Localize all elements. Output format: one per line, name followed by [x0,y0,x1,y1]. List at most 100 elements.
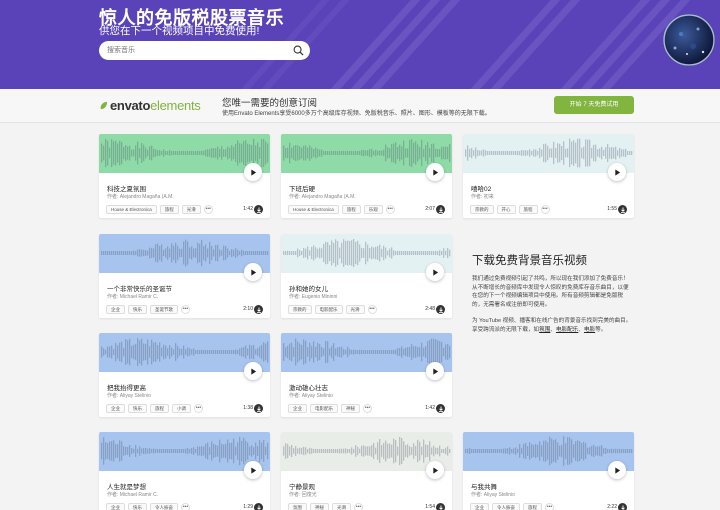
more-tags-button[interactable]: ••• [181,503,190,510]
genre-tag[interactable]: 电影配乐 [314,305,343,314]
genre-tag[interactable]: 圣诞节歌 [150,305,178,314]
genre-tag[interactable]: 神秘 [341,404,360,413]
download-button[interactable] [618,503,627,510]
track-author: 作者: 回復光 [289,492,317,498]
track-duration: 1:55 [607,206,617,212]
download-icon [438,207,443,213]
play-button[interactable] [244,461,262,479]
genre-tag[interactable]: 企业 [106,305,125,314]
tag-list: House & Electronica 旅程 乐观 ••• [288,205,395,214]
genre-tag[interactable]: 氛围 [288,503,307,510]
more-tags-button[interactable]: ••• [181,305,190,314]
genre-tag[interactable]: 令人振奋 [150,503,178,510]
track-title[interactable]: 把我抬得更高 [107,382,227,392]
genre-tag[interactable]: 旅程 [150,404,169,413]
play-button[interactable] [244,362,262,380]
genre-tag[interactable]: 企业 [470,503,489,510]
genre-tag[interactable]: 光滑 [181,205,201,214]
genre-tag[interactable]: 快乐 [128,503,147,510]
track-card: 下班后硬 作者: Alejandro Magaña (A.M. House & … [281,134,452,218]
tag-list: 宗教的 电影配乐 光滑 ••• [288,305,377,314]
play-button[interactable] [608,461,626,479]
envato-logo[interactable]: envato elements [99,97,201,113]
play-button[interactable] [426,362,444,380]
search-bar[interactable] [99,41,310,60]
download-icon [438,505,443,510]
info-heading: 下载免费背景音乐视频 [472,255,587,267]
download-button[interactable] [436,503,445,510]
download-button[interactable] [436,205,445,214]
download-button[interactable] [254,404,263,413]
play-button[interactable] [244,263,262,281]
tag-list: 企业 快乐 旅程 小调 ••• [106,404,203,413]
download-button[interactable] [254,503,263,510]
free-trial-button[interactable]: 开始 7 天免费试用 [554,96,634,114]
genre-tag[interactable]: 快乐 [128,404,147,413]
more-tags-button[interactable]: ••• [203,205,213,214]
more-tags-button[interactable]: ••• [545,503,554,510]
genre-tag[interactable]: 企业 [106,503,125,510]
track-title[interactable]: 宁静景观 [289,481,409,491]
genre-tag[interactable]: 旅程 [159,205,179,214]
link-electronic[interactable]: 电影 [584,327,595,333]
genre-tag[interactable]: 神秘 [310,503,329,510]
more-tags-button[interactable]: ••• [385,205,395,214]
genre-tag[interactable]: 令人振奋 [492,503,520,510]
track-title[interactable]: 激动雄心壮志 [289,382,409,392]
play-icon [432,466,438,474]
track-title[interactable]: 人生就是梦想 [107,481,227,491]
genre-tag[interactable]: House & Electronica [288,205,339,214]
link-cinematic[interactable]: 电影配乐 [556,327,578,333]
genre-tag[interactable]: 旅程 [523,503,542,510]
genre-tag[interactable]: 快乐 [128,305,147,314]
play-icon [250,168,256,176]
download-button[interactable] [618,205,627,214]
genre-tag[interactable]: 光滑 [345,305,365,314]
genre-tag[interactable]: 小调 [172,404,191,413]
download-button[interactable] [436,305,445,314]
track-title[interactable]: 嘻哈02 [471,183,591,193]
tag-list: 氛围 神秘 光滑 ••• [288,503,363,510]
info-paragraph-2-suffix: 等。 [595,326,607,333]
play-button[interactable] [426,461,444,479]
more-tags-button[interactable]: ••• [354,503,363,510]
track-author: 作者: Alejandro Magaña (A.M. [289,194,356,200]
genre-tag[interactable]: 旅程 [341,205,361,214]
genre-tag[interactable]: 光滑 [332,503,351,510]
track-title[interactable]: 与我共舞 [471,481,591,491]
search-icon[interactable] [293,45,304,56]
genre-tag[interactable]: 旅程 [518,205,538,214]
track-card: 孙和她的女儿 作者: Eugenio Mininni 宗教的 电影配乐 光滑 ••• … [281,234,452,318]
genre-tag[interactable]: House & Electronica [106,205,157,214]
play-button[interactable] [426,163,444,181]
genre-tag[interactable]: 乐观 [363,205,383,214]
genre-tag[interactable]: 电影配乐 [310,404,338,413]
promo-description: 使用Envato Elements享受6000多万个高级库存视频、免版税音乐、照… [222,111,491,117]
more-tags-button[interactable]: ••• [363,404,372,413]
download-button[interactable] [254,205,263,214]
play-icon [432,367,438,375]
play-button[interactable] [608,163,626,181]
track-title[interactable]: 科技之夏氛围 [107,183,227,193]
play-button[interactable] [426,263,444,281]
track-title[interactable]: 下班后硬 [289,183,409,193]
genre-tag[interactable]: 宗教的 [288,305,312,314]
more-tags-button[interactable]: ••• [367,305,377,314]
genre-tag[interactable]: 宗教的 [470,205,494,214]
track-card: 把我抬得更高 作者: Aliyay Stelinio 企业 快乐 旅程 小调 ••• 1… [99,333,270,417]
download-button[interactable] [254,305,263,314]
genre-tag[interactable]: 企业 [106,404,125,413]
track-title[interactable]: 一个非常快乐的圣诞节 [107,283,227,293]
info-paragraph-2: 为 YouTube 视频、播客和在线广告的背景音乐找到完美的曲目。享受跨流派的无… [472,317,634,334]
play-button[interactable] [244,163,262,181]
link-ambient[interactable]: 氛围 [539,327,550,333]
genre-tag[interactable]: 企业 [288,404,307,413]
genre-tag[interactable]: 开心 [496,205,516,214]
download-button[interactable] [436,404,445,413]
track-title[interactable]: 孙和她的女儿 [289,283,409,293]
tag-list: 宗教的 开心 旅程 ••• [470,205,550,214]
more-tags-button[interactable]: ••• [540,205,550,214]
envato-brand-text: envato [110,97,151,113]
search-input[interactable] [107,44,287,57]
more-tags-button[interactable]: ••• [194,404,203,413]
